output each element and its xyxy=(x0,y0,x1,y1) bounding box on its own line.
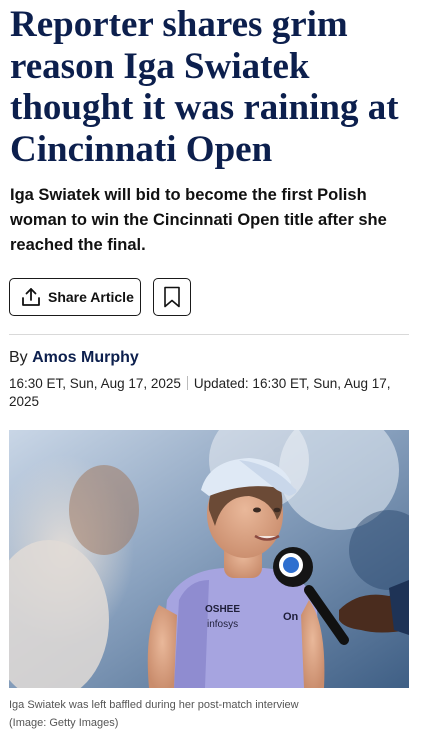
article-page: Reporter shares grim reason Iga Swiatek … xyxy=(0,0,427,735)
article-image[interactable]: OSHEE infosys On xyxy=(9,430,409,688)
date-separator xyxy=(186,376,188,390)
divider xyxy=(9,334,409,335)
article-standfirst: Iga Swiatek will bid to become the first… xyxy=(10,186,387,254)
bookmark-icon xyxy=(163,286,181,308)
share-article-label: Share Article xyxy=(48,289,134,305)
caption-text: Iga Swiatek was left baffled during her … xyxy=(9,699,299,711)
byline-prefix: By xyxy=(9,349,28,366)
image-caption: Iga Swiatek was left baffled during her … xyxy=(9,696,409,732)
bookmark-button[interactable] xyxy=(153,278,191,316)
image-credit: (Image: Getty Images) xyxy=(9,717,119,729)
shirt-logo-infosys: infosys xyxy=(207,619,238,630)
shirt-logo-oshee: OSHEE xyxy=(205,604,240,615)
published-date: 16:30 ET, Sun, Aug 17, 2025 xyxy=(9,376,181,391)
share-article-button[interactable]: Share Article xyxy=(9,278,141,316)
article-dates: 16:30 ET, Sun, Aug 17, 2025 Updated: 16:3… xyxy=(9,375,409,411)
author-link[interactable]: Amos Murphy xyxy=(32,349,139,366)
share-upload-icon xyxy=(20,286,42,308)
byline: By Amos Murphy xyxy=(9,349,139,367)
article-headline: Reporter shares grim reason Iga Swiatek … xyxy=(10,4,399,170)
shirt-logo-on: On xyxy=(283,611,299,623)
